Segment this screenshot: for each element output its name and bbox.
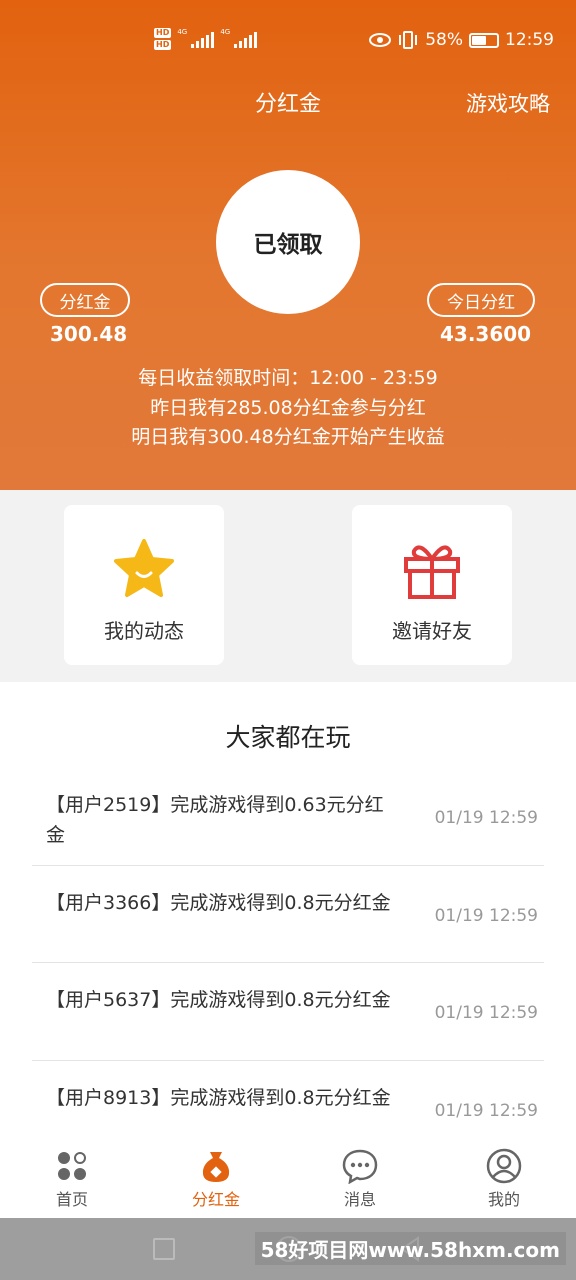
my-activity-card[interactable]: 我的动态 — [64, 505, 224, 665]
hd-badges: HD HD — [154, 28, 172, 50]
signal-icon: 4G — [177, 28, 215, 48]
battery-percent: 58% — [425, 30, 463, 50]
tab-label: 首页 — [55, 1190, 88, 1209]
signal-icon: 4G — [220, 28, 258, 48]
bonus-gold-pill: 分红金 — [40, 283, 130, 317]
home-dots-icon — [58, 1152, 86, 1180]
feed-text: 【用户2519】完成游戏得到0.63元分红金 — [46, 794, 384, 846]
list-item: 【用户2519】完成游戏得到0.63元分红金 01/19 12:59 — [32, 768, 544, 866]
feed-time: 01/19 12:59 — [434, 905, 538, 926]
tab-bonus[interactable]: 分红金 — [166, 1148, 266, 1210]
recents-button[interactable] — [153, 1238, 175, 1260]
feed-section: 大家都在玩 【用户2519】完成游戏得到0.63元分红金 01/19 12:59… — [0, 682, 576, 1218]
clock: 12:59 — [505, 30, 554, 50]
yesterday-info: 昨日我有285.08分红金参与分红 — [150, 397, 426, 419]
hd-badge: HD — [154, 28, 172, 38]
bonus-gold-amount: 300.48 — [50, 322, 128, 346]
tab-label: 我的 — [487, 1190, 520, 1209]
user-icon — [486, 1148, 522, 1184]
gift-icon — [404, 545, 460, 599]
tab-home[interactable]: 首页 — [22, 1148, 122, 1210]
claim-button[interactable]: 已领取 — [216, 170, 360, 314]
feed-list: 【用户2519】完成游戏得到0.63元分红金 01/19 12:59 【用户33… — [32, 768, 544, 1158]
star-icon — [114, 539, 174, 597]
watermark: 58好项目网www.58hxm.com — [254, 1232, 566, 1265]
system-nav-bar: 58好项目网www.58hxm.com — [0, 1218, 576, 1280]
list-item: 【用户5637】完成游戏得到0.8元分红金 01/19 12:59 — [32, 963, 544, 1061]
feed-time: 01/19 12:59 — [434, 808, 538, 828]
feed-time: 01/19 12:59 — [434, 1003, 538, 1023]
invite-friends-card[interactable]: 邀请好友 — [352, 505, 512, 665]
tab-label: 消息 — [343, 1190, 376, 1209]
feed-time: 01/19 12:59 — [434, 1100, 538, 1121]
vibrate-icon — [399, 31, 418, 49]
my-activity-label: 我的动态 — [104, 619, 184, 643]
today-bonus-pill: 今日分红 — [427, 283, 535, 317]
today-bonus-amount: 43.3600 — [440, 322, 532, 346]
feed-text: 【用户8913】完成游戏得到0.8元分红金 — [46, 1086, 391, 1109]
tab-messages[interactable]: 消息 — [310, 1148, 410, 1210]
tab-profile[interactable]: 我的 — [454, 1148, 554, 1210]
list-item: 【用户3366】完成游戏得到0.8元分红金 01/19 12:59 — [32, 866, 544, 963]
game-strategy-link[interactable]: 游戏攻略 — [466, 88, 550, 118]
battery-icon — [469, 32, 499, 48]
invite-friends-label: 邀请好友 — [392, 619, 472, 643]
money-bag-icon — [202, 1152, 230, 1182]
feed-text: 【用户3366】完成游戏得到0.8元分红金 — [46, 891, 391, 914]
status-bar: HD HD 4G 4G 58% 12:59 — [0, 28, 576, 58]
eye-icon — [369, 33, 392, 47]
header: HD HD 4G 4G 58% 12:59 分红金 游戏攻略 已领取 分红金 3… — [0, 0, 576, 490]
tab-bar: 首页 分红金 消息 我的 — [0, 1140, 576, 1218]
claim-time-info: 每日收益领取时间：12:00 - 23:59 — [138, 367, 438, 389]
tab-label: 分红金 — [191, 1190, 240, 1209]
feed-text: 【用户5637】完成游戏得到0.8元分红金 — [46, 989, 391, 1011]
signal-group: HD HD 4G 4G — [154, 28, 258, 50]
tomorrow-info: 明日我有300.48分红金开始产生收益 — [131, 426, 445, 448]
status-right: 58% 12:59 — [369, 30, 554, 50]
chat-bubble-icon — [342, 1149, 378, 1184]
hd-badge: HD — [154, 40, 172, 50]
section-title: 大家都在玩 — [225, 723, 351, 752]
